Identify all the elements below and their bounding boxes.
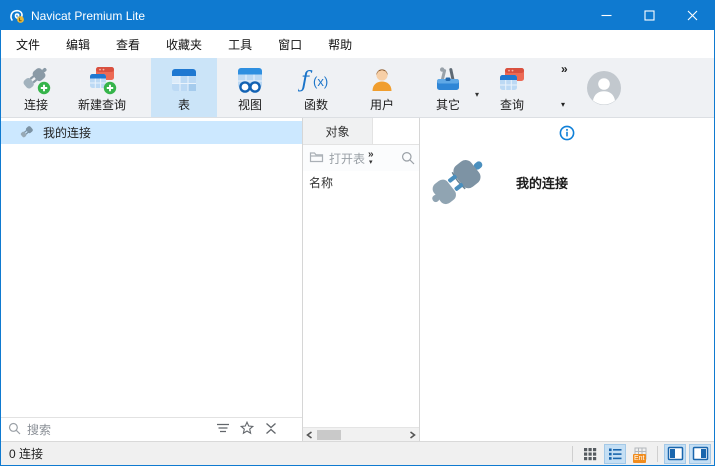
connections-panel: 我的连接 xyxy=(1,118,303,441)
query-icon xyxy=(496,62,528,98)
toolbar-dropdown-icon[interactable]: ▾ xyxy=(561,100,568,109)
info-icon[interactable] xyxy=(559,125,575,144)
minimize-button[interactable] xyxy=(585,1,628,30)
connection-button[interactable]: 连接 xyxy=(3,58,69,117)
connection-count: 0 连接 xyxy=(9,445,43,462)
title-bar: Navicat Premium Lite xyxy=(1,1,714,30)
menu-edit[interactable]: 编辑 xyxy=(53,31,103,58)
statusbar-divider xyxy=(572,446,573,462)
large-plug-icon xyxy=(426,150,496,215)
navicat-logo-icon xyxy=(9,8,25,24)
tab-objects[interactable]: 对象 xyxy=(303,118,373,144)
new-query-label: 新建查询 xyxy=(78,98,126,112)
connection-label: 连接 xyxy=(24,98,48,112)
statusbar-view-buttons: Ent xyxy=(569,442,714,465)
toolbar-overflow: » ▾ xyxy=(559,58,570,117)
status-bar: 0 连接 xyxy=(1,441,714,465)
new-query-button[interactable]: 新建查询 xyxy=(69,58,135,117)
svg-text:ƒ: ƒ xyxy=(298,68,313,93)
others-label: 其它 xyxy=(436,98,460,112)
toggle-right-panel-button[interactable] xyxy=(689,444,711,464)
search-toolbar-icons xyxy=(216,421,278,438)
toolbar-overflow-icon[interactable]: » xyxy=(561,62,568,76)
objects-tabstrip: 对象 xyxy=(303,118,419,145)
scroll-right-icon[interactable] xyxy=(406,428,419,441)
maximize-button[interactable] xyxy=(628,1,671,30)
function-icon: ƒ (x) xyxy=(298,62,334,98)
objects-toolbar: 打开表 » ▾ xyxy=(303,145,419,171)
open-table-button[interactable]: 打开表 xyxy=(329,150,365,167)
account-avatar[interactable] xyxy=(586,58,622,117)
menu-bar: 文件 编辑 查看 收藏夹 工具 窗口 帮助 xyxy=(1,30,714,58)
table-label: 表 xyxy=(178,98,190,112)
objects-overflow-icon[interactable]: » xyxy=(368,150,374,159)
connection-tree-item[interactable]: 我的连接 xyxy=(1,121,302,144)
toggle-left-panel-button[interactable] xyxy=(664,444,686,464)
table-button[interactable]: 表 xyxy=(151,58,217,117)
connection-summary[interactable]: 我的连接 xyxy=(426,150,714,215)
sort-filter-icon[interactable] xyxy=(216,422,230,437)
objects-panel: 对象 打开表 » ▾ xyxy=(303,118,420,441)
menu-help[interactable]: 帮助 xyxy=(315,31,365,58)
column-header-name[interactable]: 名称 xyxy=(303,171,419,193)
others-toolbox-icon xyxy=(432,62,464,98)
query-label: 查询 xyxy=(500,98,524,112)
svg-text:(x): (x) xyxy=(313,74,328,89)
connections-tree-empty-space xyxy=(1,144,302,417)
erd-view-button[interactable]: Ent xyxy=(629,444,651,464)
view-icon xyxy=(235,62,265,98)
user-icon xyxy=(368,62,396,98)
menu-favorites[interactable]: 收藏夹 xyxy=(153,31,215,58)
close-button[interactable] xyxy=(671,1,714,30)
window-controls xyxy=(585,1,714,30)
query-button[interactable]: 查询 xyxy=(479,58,545,117)
scroll-left-icon[interactable] xyxy=(303,428,316,441)
collapse-all-icon[interactable] xyxy=(264,422,278,438)
statusbar-divider xyxy=(657,446,658,462)
objects-toolbar-overflow: » ▾ xyxy=(368,150,374,166)
view-button[interactable]: 视图 xyxy=(217,58,283,117)
navicat-window: Navicat Premium Lite 文件 编辑 查看 收藏夹 工具 窗口 … xyxy=(0,0,715,466)
search-input[interactable] xyxy=(27,423,210,437)
objects-dropdown-icon[interactable]: ▾ xyxy=(369,159,373,166)
function-label: 函数 xyxy=(304,98,328,112)
list-view-button[interactable] xyxy=(604,444,626,464)
menu-file[interactable]: 文件 xyxy=(3,31,53,58)
others-button[interactable]: 其它 xyxy=(415,58,481,117)
main-toolbar: 连接 新建查询 xyxy=(1,58,714,118)
connection-name-label: 我的连接 xyxy=(516,173,568,192)
menu-view[interactable]: 查看 xyxy=(103,31,153,58)
horizontal-scrollbar[interactable] xyxy=(303,427,419,441)
table-icon xyxy=(169,62,199,98)
function-button[interactable]: ƒ (x) 函数 xyxy=(283,58,349,117)
objects-list-empty xyxy=(303,193,419,427)
erd-ent-badge: Ent xyxy=(633,454,646,463)
objects-search-icon[interactable] xyxy=(401,151,415,165)
content-area: 我的连接 xyxy=(1,118,714,441)
detail-panel: 我的连接 xyxy=(420,118,714,441)
favorites-star-icon[interactable] xyxy=(240,421,254,438)
grid-view-button[interactable] xyxy=(579,444,601,464)
open-table-folder-icon xyxy=(309,150,324,166)
menu-tools[interactable]: 工具 xyxy=(215,31,265,58)
menu-window[interactable]: 窗口 xyxy=(265,31,315,58)
connection-tree-label: 我的连接 xyxy=(43,124,91,141)
window-title: Navicat Premium Lite xyxy=(31,9,145,23)
scrollbar-thumb[interactable] xyxy=(317,430,341,440)
sidebar-search-bar xyxy=(1,417,302,441)
view-label: 视图 xyxy=(238,98,262,112)
connection-plug-add-icon xyxy=(20,62,52,98)
user-label: 用户 xyxy=(370,98,394,112)
search-icon xyxy=(8,422,21,438)
new-query-icon xyxy=(86,62,118,98)
user-button[interactable]: 用户 xyxy=(349,58,415,117)
plug-icon xyxy=(19,124,35,142)
